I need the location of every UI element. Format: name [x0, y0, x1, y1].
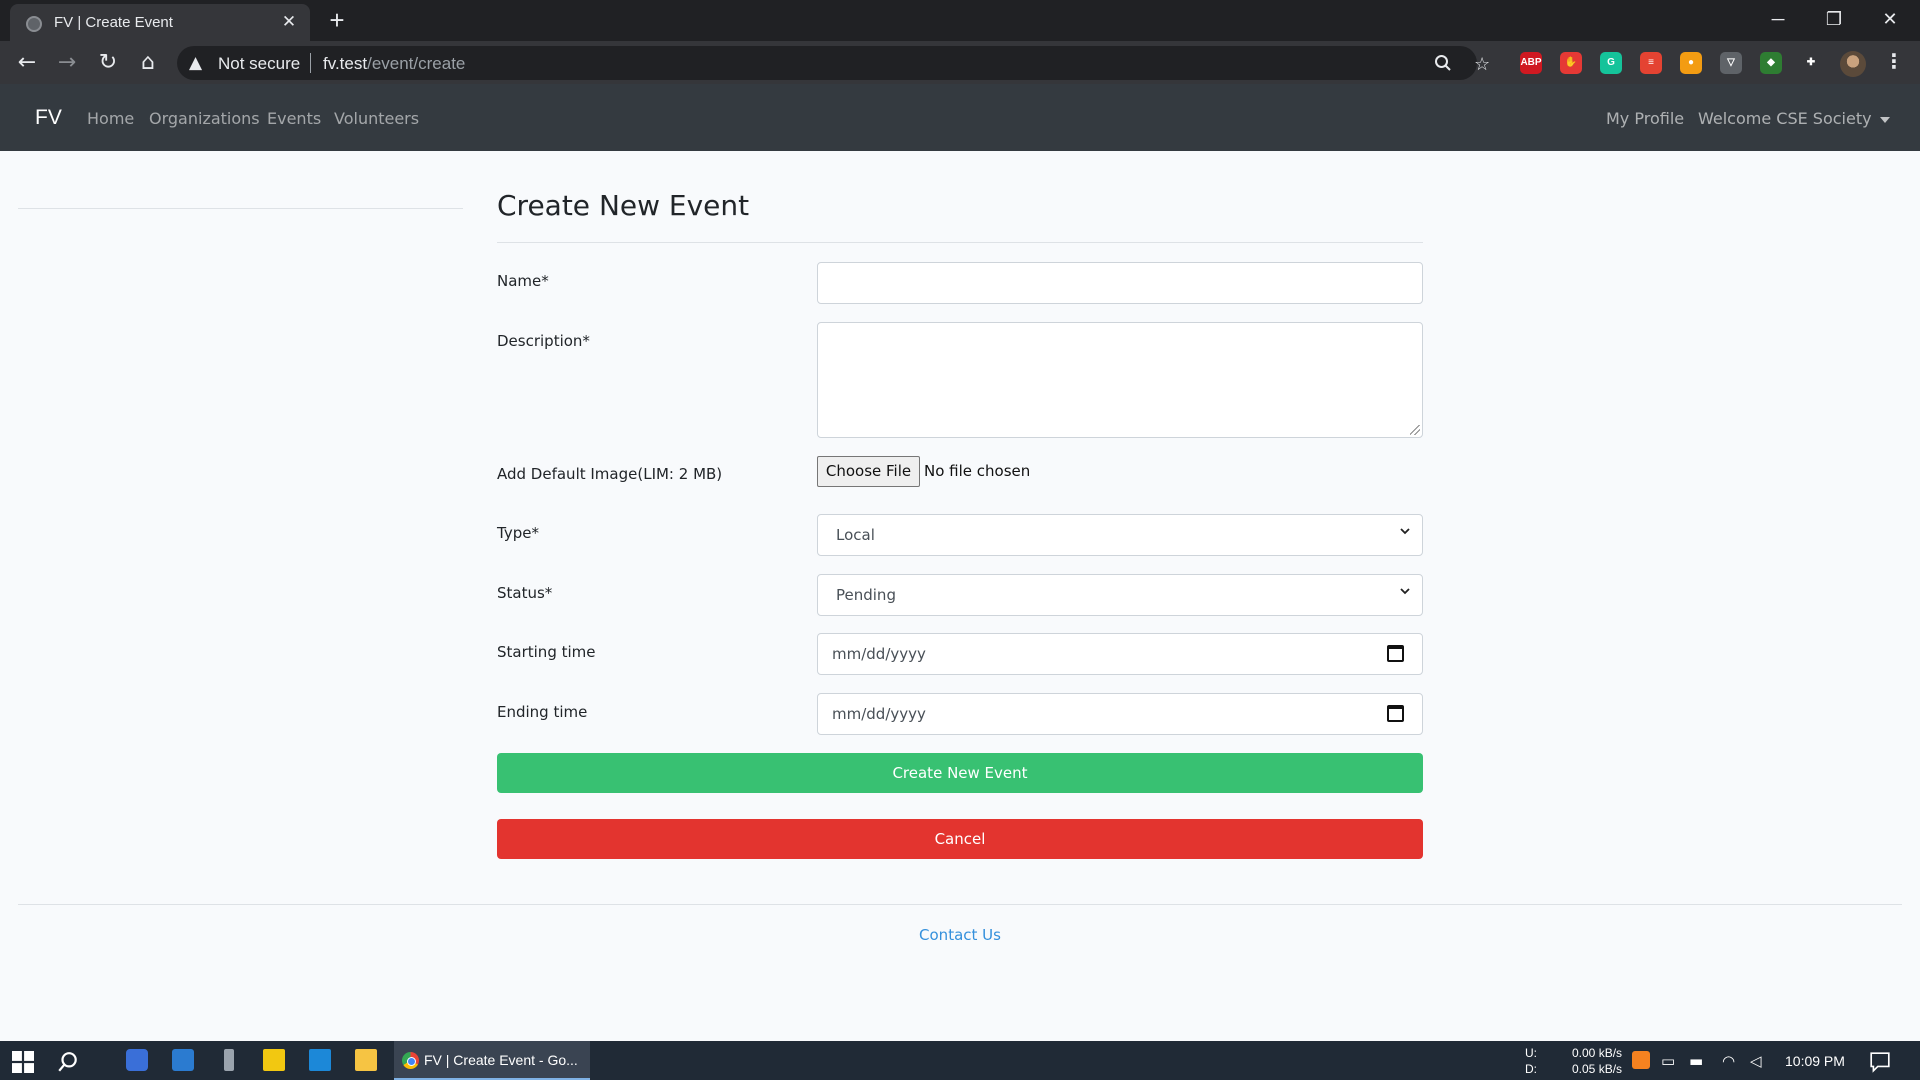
user-welcome-text: Welcome CSE Society — [1698, 109, 1872, 128]
tab-close-icon[interactable]: ✕ — [278, 11, 300, 33]
volume-icon[interactable]: ◁ — [1750, 1052, 1762, 1070]
todoist-icon[interactable]: ≡ — [1640, 52, 1662, 74]
net-down-speed: 0.05 kB/s — [1572, 1062, 1623, 1076]
taskbar-chrome-app[interactable]: FV | Create Event - Go... — [394, 1041, 590, 1080]
search-icon[interactable] — [57, 1051, 79, 1073]
net-up-label: U: — [1525, 1046, 1537, 1060]
cancel-button[interactable]: Cancel — [497, 819, 1423, 859]
type-select-value: Local — [836, 526, 875, 544]
stop-icon[interactable]: ✋ — [1560, 52, 1582, 74]
address-bar[interactable]: ▲ Not secure fv.test/event/create ☆ — [177, 46, 1490, 80]
name-input[interactable] — [817, 262, 1423, 304]
brand-logo[interactable]: FV — [35, 106, 62, 130]
nav-link-my-profile[interactable]: My Profile — [1606, 109, 1684, 128]
sticky-notes-icon[interactable] — [263, 1049, 285, 1071]
address-separator — [310, 53, 311, 73]
caret-down-icon — [1879, 116, 1890, 123]
profile-avatar[interactable] — [1840, 51, 1866, 77]
sidebar-divider — [18, 208, 463, 209]
security-label[interactable]: Not secure — [218, 54, 300, 74]
reload-button[interactable]: ↻ — [93, 48, 123, 78]
nav-link-home[interactable]: Home — [87, 109, 134, 128]
status-select[interactable]: Pending — [817, 574, 1423, 616]
star-icon[interactable]: ☆ — [1474, 54, 1490, 75]
tab-favicon-icon — [26, 16, 42, 32]
browser-toolbar: ← → ↻ ⌂ ▲ Not secure fv.test/event/creat… — [0, 41, 1920, 84]
taskbar-app-label: FV | Create Event - Go... — [424, 1052, 578, 1068]
grammarly-icon[interactable]: G — [1600, 52, 1622, 74]
browser-tab-strip: FV | Create Event ✕ + ─ ❐ ✕ — [0, 0, 1920, 41]
display-icon[interactable]: ▭ — [1661, 1052, 1675, 1070]
no-file-text: No file chosen — [924, 462, 1031, 480]
user-dropdown[interactable]: Welcome CSE Society — [1698, 109, 1890, 128]
taskbar: FV | Create Event - Go... U: D: 0.00 kB/… — [0, 1041, 1920, 1080]
name-label: Name* — [497, 272, 549, 290]
home-button[interactable]: ⌂ — [133, 48, 163, 78]
url-host: fv.test — [323, 54, 368, 73]
start-date-placeholder: mm/dd/yyyy — [832, 645, 926, 663]
type-select[interactable]: Local — [817, 514, 1423, 556]
clock[interactable]: 10:09 PM — [1785, 1053, 1845, 1069]
nav-link-organizations[interactable]: Organizations — [149, 109, 260, 128]
page-title: Create New Event — [497, 189, 750, 222]
xampp-icon[interactable] — [1632, 1051, 1650, 1069]
choose-file-button[interactable]: Choose File — [817, 456, 920, 487]
tab-title: FV | Create Event — [54, 14, 173, 31]
search-icon[interactable] — [1434, 54, 1452, 72]
site-navbar: FV Home Organizations Events Volunteers … — [0, 84, 1920, 151]
start-date-input[interactable]: mm/dd/yyyy — [817, 633, 1423, 675]
url-text[interactable]: fv.test/event/create — [323, 54, 465, 74]
file-explorer-icon[interactable] — [355, 1049, 377, 1071]
type-label: Type* — [497, 524, 539, 542]
resize-handle-icon[interactable] — [1410, 425, 1420, 435]
browser-tab[interactable]: FV | Create Event ✕ — [10, 4, 310, 41]
windows-start-icon[interactable] — [12, 1051, 34, 1073]
status-label: Status* — [497, 584, 553, 602]
status-select-value: Pending — [836, 586, 896, 604]
description-textarea[interactable] — [817, 322, 1423, 438]
calendar-icon[interactable] — [1387, 645, 1404, 662]
end-date-input[interactable]: mm/dd/yyyy — [817, 693, 1423, 735]
nav-link-volunteers[interactable]: Volunteers — [334, 109, 419, 128]
notification-icon[interactable] — [1869, 1051, 1891, 1073]
chevron-down-icon — [1400, 588, 1410, 595]
end-date-placeholder: mm/dd/yyyy — [832, 705, 926, 723]
end-time-label: Ending time — [497, 703, 588, 721]
browser-menu-icon[interactable]: ⋮ — [1884, 49, 1904, 73]
puzzle-icon[interactable]: ✚ — [1800, 52, 1822, 74]
minimize-window-button[interactable]: ─ — [1750, 0, 1806, 38]
bulb-icon[interactable]: ● — [1680, 52, 1702, 74]
new-tab-button[interactable]: + — [323, 7, 351, 35]
contact-us-link[interactable]: Contact Us — [919, 926, 1001, 944]
app-icon-2[interactable] — [172, 1049, 194, 1071]
description-label: Description* — [497, 332, 590, 350]
mail-icon[interactable] — [309, 1049, 331, 1071]
restore-window-button[interactable]: ❐ — [1806, 0, 1862, 38]
back-button[interactable]: ← — [12, 48, 42, 78]
start-time-label: Starting time — [497, 643, 596, 661]
create-event-button[interactable]: Create New Event — [497, 753, 1423, 793]
nav-link-events[interactable]: Events — [267, 109, 321, 128]
net-down-label: D: — [1525, 1062, 1537, 1076]
calendar-icon[interactable] — [1387, 705, 1404, 722]
shield-icon[interactable]: ▽ — [1720, 52, 1742, 74]
chrome-icon — [402, 1052, 419, 1069]
app-icon-3[interactable] — [224, 1049, 234, 1071]
net-up-speed: 0.00 kB/s — [1572, 1046, 1623, 1060]
forward-button[interactable]: → — [52, 48, 82, 78]
colorful-icon[interactable]: ◆ — [1760, 52, 1782, 74]
footer-divider — [18, 904, 1902, 905]
battery-icon[interactable]: ▬ — [1689, 1052, 1703, 1070]
chevron-down-icon — [1400, 528, 1410, 535]
url-path: /event/create — [367, 54, 466, 73]
title-divider — [497, 242, 1423, 243]
abp-icon[interactable]: ABP — [1520, 52, 1542, 74]
close-window-button[interactable]: ✕ — [1862, 0, 1918, 38]
image-label: Add Default Image(LIM: 2 MB) — [497, 465, 723, 483]
app-icon-1[interactable] — [126, 1049, 148, 1071]
wifi-icon[interactable]: ◠ — [1722, 1052, 1735, 1070]
warning-icon[interactable]: ▲ — [189, 53, 202, 73]
